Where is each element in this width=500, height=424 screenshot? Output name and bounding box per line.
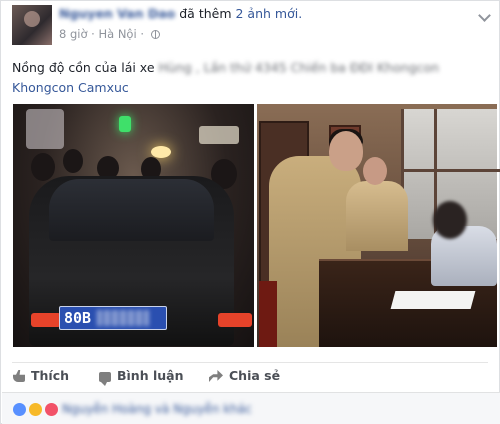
officer-background bbox=[346, 181, 408, 251]
crowd-head bbox=[31, 153, 55, 181]
wow-reaction-icon[interactable] bbox=[29, 403, 42, 416]
post-time[interactable]: 8 giờ bbox=[59, 27, 88, 41]
author-name[interactable]: Nguyen Van Dao bbox=[59, 6, 175, 21]
crowd-head bbox=[63, 149, 83, 173]
traffic-light bbox=[119, 116, 131, 132]
comment-label: Bình luận bbox=[117, 368, 184, 383]
post-tag-link[interactable]: Khongcon Camxuc bbox=[12, 79, 129, 97]
car-tail-light bbox=[218, 313, 252, 327]
like-reaction-icon[interactable] bbox=[13, 403, 26, 416]
post-text: Nồng độ cồn của lái xe Hùng , Lần thứ 434… bbox=[12, 59, 439, 77]
car-rear-window bbox=[49, 179, 214, 241]
actions-divider bbox=[12, 362, 488, 363]
comment-icon bbox=[99, 372, 111, 386]
meta-separator: · bbox=[91, 27, 95, 41]
post-text-main: Nồng độ cồn của lái xe bbox=[12, 60, 155, 75]
street-light bbox=[199, 126, 239, 144]
street-light bbox=[151, 146, 171, 158]
reaction-names[interactable]: Nguyễn Hoàng và Nguyễn khác bbox=[62, 402, 252, 416]
like-label: Thích bbox=[31, 368, 70, 383]
share-button[interactable]: Chia sẻ bbox=[209, 367, 280, 385]
like-button[interactable]: Thích bbox=[13, 367, 69, 385]
plate-blurred bbox=[97, 310, 150, 326]
author-avatar[interactable] bbox=[12, 5, 52, 45]
license-plate: 80B bbox=[59, 306, 167, 330]
share-icon bbox=[209, 370, 223, 382]
street-light bbox=[26, 109, 64, 149]
officer2-head bbox=[363, 157, 387, 185]
red-object bbox=[259, 281, 277, 347]
post-location[interactable]: Hà Nội bbox=[98, 27, 136, 41]
chevron-down-icon[interactable] bbox=[478, 9, 491, 22]
comment-button[interactable]: Bình luận bbox=[99, 367, 184, 386]
seated-man-head bbox=[433, 201, 467, 239]
plate-visible: 80B bbox=[64, 309, 92, 327]
thumbs-up-icon bbox=[13, 370, 25, 382]
post-header-line: Nguyen Van Dao đã thêm 2 ảnh mới. bbox=[59, 6, 302, 22]
share-label: Chia sẻ bbox=[229, 368, 281, 383]
post-meta: 8 giờ · Hà Nội · bbox=[59, 26, 160, 42]
photo-count-link[interactable]: 2 ảnh mới. bbox=[236, 6, 303, 21]
car-tail-light bbox=[31, 313, 61, 327]
globe-icon[interactable] bbox=[150, 30, 160, 39]
meta-separator-2: · bbox=[140, 27, 144, 41]
reactions-bar: Nguyễn Hoàng và Nguyễn khác bbox=[2, 392, 500, 424]
post-text-blurred: Hùng , Lần thứ 4345 Chiến ba ĐĐI Khongco… bbox=[158, 60, 440, 75]
post-card: Nguyen Van Dao đã thêm 2 ảnh mới. 8 giờ … bbox=[0, 0, 500, 424]
post-action-text: đã thêm bbox=[179, 6, 232, 21]
officer-head bbox=[329, 131, 363, 171]
desk-paper bbox=[390, 291, 476, 309]
love-reaction-icon[interactable] bbox=[45, 403, 58, 416]
